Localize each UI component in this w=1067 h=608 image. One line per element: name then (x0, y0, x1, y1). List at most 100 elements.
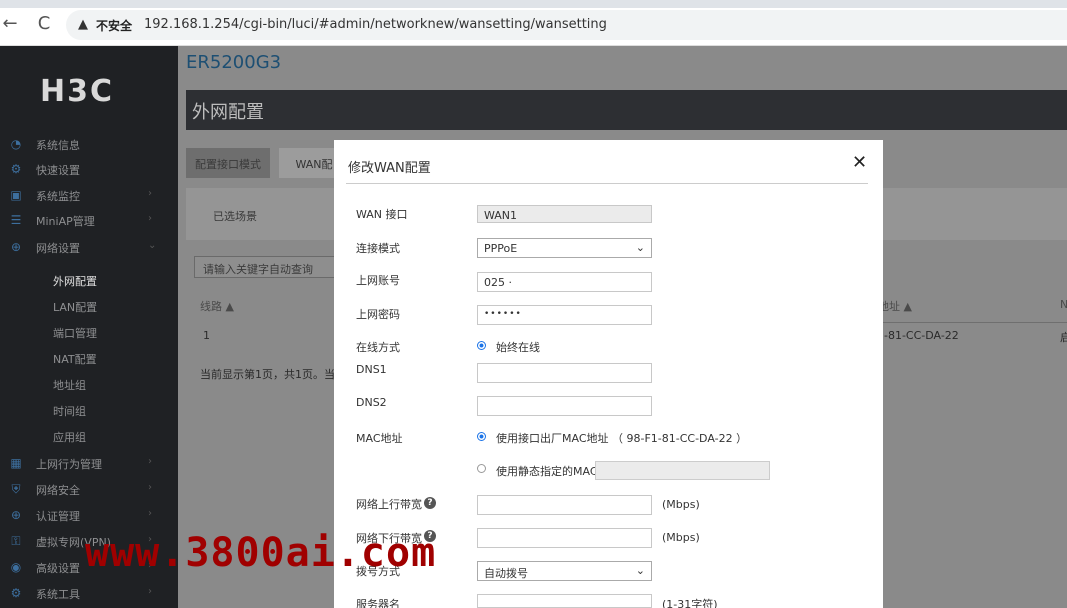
sidebar-item-security[interactable]: ⛨ 网络安全 › (0, 478, 178, 500)
connection-mode-value: PPPoE (484, 242, 518, 255)
globe-icon: ⊕ (10, 240, 22, 254)
chevron-right-icon: › (148, 188, 152, 199)
pagination-info: 当前显示第1页，共1页。当前 (200, 368, 346, 381)
dns2-label: DNS2 (356, 396, 387, 409)
server-name-unit: (1-31字符) (662, 598, 718, 608)
downstream-unit: (Mbps) (662, 531, 700, 544)
address-bar[interactable]: ▲ 不安全 192.168.1.254/cgi-bin/luci/#admin/… (66, 10, 1067, 40)
dial-mode-select[interactable]: 自动拨号 ⌄ (477, 561, 652, 581)
column-header-address[interactable]: 地址 ▲ (878, 298, 912, 314)
sidebar-item-label: 系统信息 (36, 139, 80, 152)
online-mode-label: 在线方式 (356, 341, 400, 354)
column-header-n[interactable]: N (1060, 298, 1067, 311)
sidebar-item-label: 高级设置 (36, 562, 80, 575)
tab-interface-mode[interactable]: 配置接口模式 (186, 148, 270, 178)
wifi-icon: ☰ (10, 213, 22, 227)
connection-mode-label: 连接模式 (356, 242, 400, 255)
sidebar-item-auth[interactable]: ⊕ 认证管理 › (0, 504, 178, 526)
search-placeholder: 请输入关键字自动查询 (203, 263, 313, 276)
sidebar-item-monitor[interactable]: ▣ 系统监控 › (0, 184, 178, 206)
dns1-input[interactable] (477, 363, 652, 383)
factory-mac-radio[interactable] (477, 432, 486, 441)
sidebar-item-label: 上网行为管理 (36, 458, 102, 471)
auth-icon: ⊕ (10, 508, 22, 522)
dialog-title: 修改WAN配置 (348, 161, 431, 176)
always-online-radio[interactable] (477, 341, 486, 350)
sidebar-item-quick-setup[interactable]: ⚙ 快速设置 (0, 158, 178, 180)
upstream-bandwidth-label: 网络上行带宽 (356, 498, 422, 511)
insecure-label[interactable]: 不安全 (96, 17, 132, 34)
sidebar-subitem-time-group[interactable]: 时间组 (53, 403, 86, 419)
table-divider (881, 322, 1067, 323)
advanced-icon: ◉ (10, 560, 22, 574)
connection-mode-select[interactable]: PPPoE ⌄ (477, 238, 652, 258)
table-cell-n: 启 (1060, 331, 1067, 344)
close-icon[interactable]: ✕ (852, 152, 867, 173)
account-label: 上网账号 (356, 274, 400, 287)
chevron-right-icon: › (148, 213, 152, 224)
reload-icon[interactable]: C (34, 14, 54, 34)
sidebar-item-label: 网络安全 (36, 484, 80, 497)
sidebar-item-behavior[interactable]: ▦ 上网行为管理 › (0, 452, 178, 474)
factory-mac-label: 使用接口出厂MAC地址 （ 98-F1-81-CC-DA-22 ） (496, 432, 748, 445)
server-name-input[interactable] (477, 594, 652, 608)
chevron-down-icon: ⌄ (148, 240, 157, 251)
device-model: ER5200G3 (186, 52, 282, 73)
sidebar-subitem-wan[interactable]: 外网配置 (53, 273, 97, 289)
sidebar-subitem-address-group[interactable]: 地址组 (53, 377, 86, 393)
tab-strip (0, 0, 1067, 8)
static-mac-label: 使用静态指定的MAC (496, 465, 598, 478)
table-cell-mac: -81-CC-DA-22 (884, 329, 959, 342)
dns1-label: DNS1 (356, 363, 387, 376)
behavior-icon: ▦ (10, 456, 22, 470)
warning-icon[interactable]: ▲ (78, 17, 88, 32)
tools-icon: ⚙ (10, 586, 22, 600)
dialog-divider (346, 183, 868, 184)
wizard-icon: ⚙ (10, 162, 22, 176)
static-mac-radio[interactable] (477, 464, 486, 473)
dns2-input[interactable] (477, 396, 652, 416)
chevron-right-icon: › (148, 456, 152, 467)
scene-label: 已选场景 (213, 210, 257, 223)
url-text[interactable]: 192.168.1.254/cgi-bin/luci/#admin/networ… (144, 17, 607, 32)
sidebar-item-label: 系统工具 (36, 588, 80, 601)
upstream-unit: (Mbps) (662, 498, 700, 511)
password-input[interactable]: •••••• (477, 305, 652, 325)
gauge-icon: ◔ (10, 137, 22, 151)
sidebar-subitem-app-group[interactable]: 应用组 (53, 429, 86, 445)
sidebar-item-system-info[interactable]: ◔ 系统信息 (0, 133, 178, 155)
chevron-down-icon: ⌄ (635, 241, 645, 254)
chevron-down-icon: ⌄ (635, 564, 645, 577)
chevron-right-icon: › (148, 586, 152, 597)
page-title: 外网配置 (192, 102, 264, 123)
sidebar-item-label: MiniAP管理 (36, 215, 95, 228)
sidebar-item-miniap[interactable]: ☰ MiniAP管理 › (0, 209, 178, 231)
shield-icon: ⛨ (11, 482, 21, 496)
wan-interface-field: WAN1 (477, 205, 652, 223)
sidebar-item-network[interactable]: ⊕ 网络设置 ⌄ (0, 236, 178, 258)
help-icon[interactable]: ? (424, 497, 436, 509)
wan-interface-label: WAN 接口 (356, 208, 408, 221)
sidebar-subitem-port[interactable]: 端口管理 (53, 325, 97, 341)
server-name-label: 服务器名 (356, 598, 400, 608)
sidebar-item-label: 快速设置 (36, 164, 80, 177)
back-icon[interactable]: ← (0, 14, 20, 34)
chevron-right-icon: › (148, 482, 152, 493)
browser-toolbar: ← C ▲ 不安全 192.168.1.254/cgi-bin/luci/#ad… (0, 0, 1067, 46)
always-online-label: 始终在线 (496, 341, 540, 354)
sidebar-item-label: 网络设置 (36, 242, 80, 255)
column-header-line[interactable]: 线路 ▲ (200, 298, 234, 314)
sidebar-item-tools[interactable]: ⚙ 系统工具 › (0, 582, 178, 604)
watermark: www.3800ai.com (85, 530, 437, 576)
upstream-bandwidth-input[interactable] (477, 495, 652, 515)
h3c-logo: H3C (40, 74, 114, 109)
downstream-bandwidth-input[interactable] (477, 528, 652, 548)
account-input[interactable]: 025 · (477, 272, 652, 292)
sidebar-subitem-nat[interactable]: NAT配置 (53, 351, 97, 367)
mac-address-label: MAC地址 (356, 432, 403, 445)
static-mac-input (595, 461, 770, 480)
sidebar-subitem-lan[interactable]: LAN配置 (53, 299, 97, 315)
monitor-icon: ▣ (10, 188, 22, 202)
chevron-right-icon: › (148, 508, 152, 519)
sidebar-item-label: 系统监控 (36, 190, 80, 203)
